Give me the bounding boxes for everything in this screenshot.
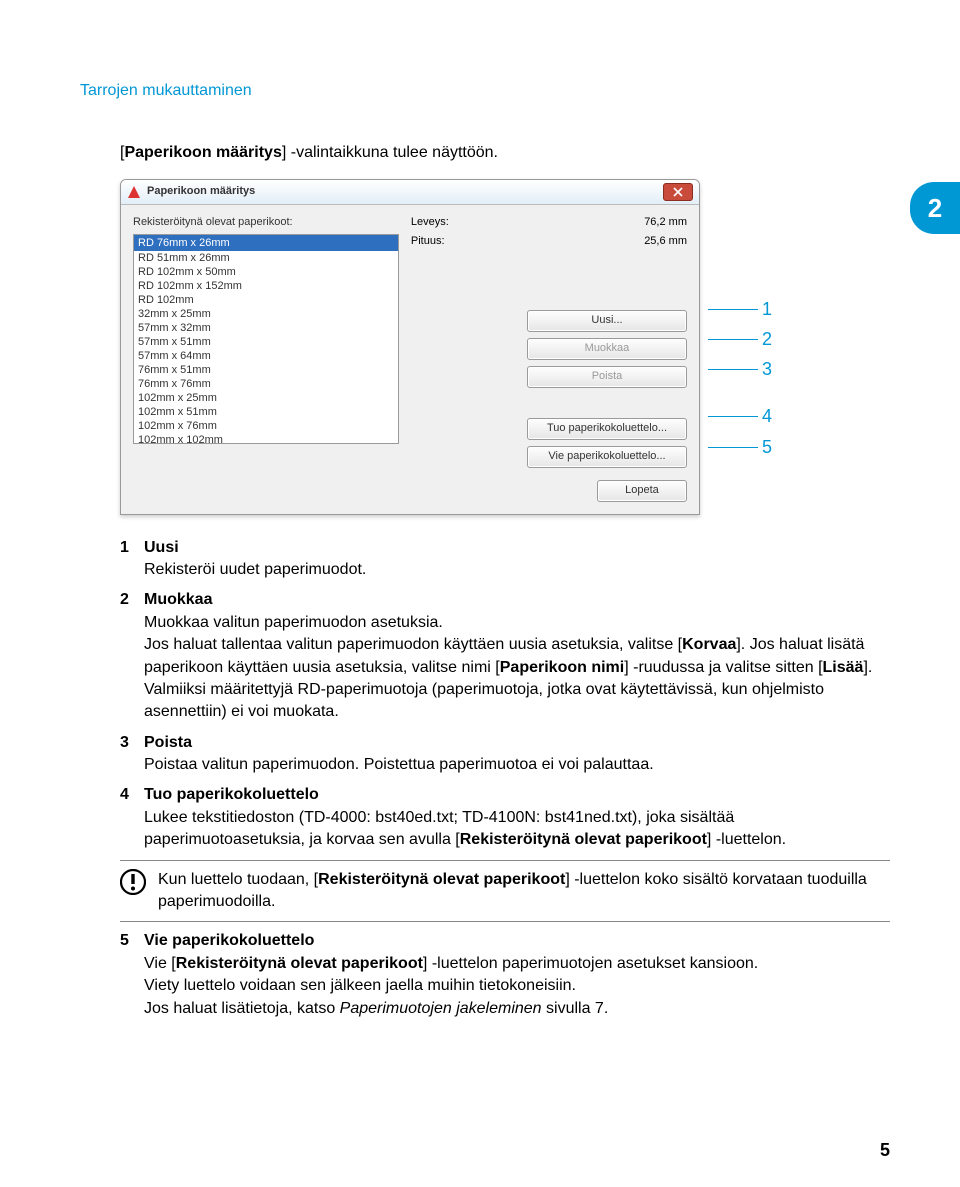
new-button[interactable]: Uusi... <box>527 310 687 332</box>
warning-note: Kun luettelo tuodaan, [Rekisteröitynä ol… <box>120 860 890 923</box>
callout-4: 4 <box>708 404 772 429</box>
length-value: 25,6 mm <box>644 234 687 249</box>
list-item[interactable]: RD 102mm x 152mm <box>134 279 398 293</box>
list-item[interactable]: RD 76mm x 26mm <box>134 235 398 251</box>
list-item[interactable]: 102mm x 51mm <box>134 405 398 419</box>
export-button[interactable]: Vie paperikokoluettelo... <box>527 446 687 468</box>
list-item[interactable]: 57mm x 64mm <box>134 349 398 363</box>
definition-2: 2Muokkaa Muokkaa valitun paperimuodon as… <box>120 589 890 723</box>
definition-4: 4Tuo paperikokoluettelo Lukee tekstitied… <box>120 784 890 851</box>
list-item[interactable]: 57mm x 32mm <box>134 321 398 335</box>
dialog-title: Paperikoon määritys <box>147 184 663 199</box>
edit-button[interactable]: Muokkaa <box>527 338 687 360</box>
list-item[interactable]: RD 102mm x 50mm <box>134 265 398 279</box>
dialog-titlebar: Paperikoon määritys <box>121 180 699 205</box>
width-value: 76,2 mm <box>644 215 687 230</box>
definition-1: 1Uusi Rekisteröi uudet paperimuodot. <box>120 537 890 582</box>
definition-3: 3Poista Poistaa valitun paperimuodon. Po… <box>120 732 890 777</box>
length-label: Pituus: <box>411 234 445 249</box>
list-item[interactable]: 102mm x 25mm <box>134 391 398 405</box>
intro-text: [Paperikoon määritys] -valintaikkuna tul… <box>120 142 890 164</box>
callout-3: 3 <box>708 357 772 382</box>
list-label: Rekisteröitynä olevat paperikoot: <box>133 215 399 230</box>
list-item[interactable]: RD 102mm <box>134 293 398 307</box>
app-icon <box>127 185 141 199</box>
list-item[interactable]: 102mm x 102mm <box>134 433 398 444</box>
callout-5: 5 <box>708 435 772 460</box>
callout-2: 2 <box>708 327 772 352</box>
definition-5: 5Vie paperikokoluettelo Vie [Rekisteröit… <box>120 930 890 1020</box>
width-label: Leveys: <box>411 215 449 230</box>
list-item[interactable]: RD 51mm x 26mm <box>134 251 398 265</box>
warning-icon <box>120 869 146 895</box>
list-item[interactable]: 76mm x 51mm <box>134 363 398 377</box>
import-button[interactable]: Tuo paperikokoluettelo... <box>527 418 687 440</box>
close-icon[interactable] <box>663 183 693 201</box>
list-item[interactable]: 32mm x 25mm <box>134 307 398 321</box>
list-item[interactable]: 76mm x 76mm <box>134 377 398 391</box>
dialog-paperikoon: Paperikoon määritys Rekisteröitynä oleva… <box>120 179 700 515</box>
chapter-tab: 2 <box>910 182 960 234</box>
page-number: 5 <box>880 1138 890 1163</box>
close-button[interactable]: Lopeta <box>597 480 687 502</box>
delete-button[interactable]: Poista <box>527 366 687 388</box>
list-item[interactable]: 102mm x 76mm <box>134 419 398 433</box>
list-item[interactable]: 57mm x 51mm <box>134 335 398 349</box>
callout-1: 1 <box>708 297 772 322</box>
paper-list[interactable]: RD 76mm x 26mm RD 51mm x 26mm RD 102mm x… <box>133 234 399 444</box>
page-header: Tarrojen mukauttaminen <box>80 80 890 102</box>
